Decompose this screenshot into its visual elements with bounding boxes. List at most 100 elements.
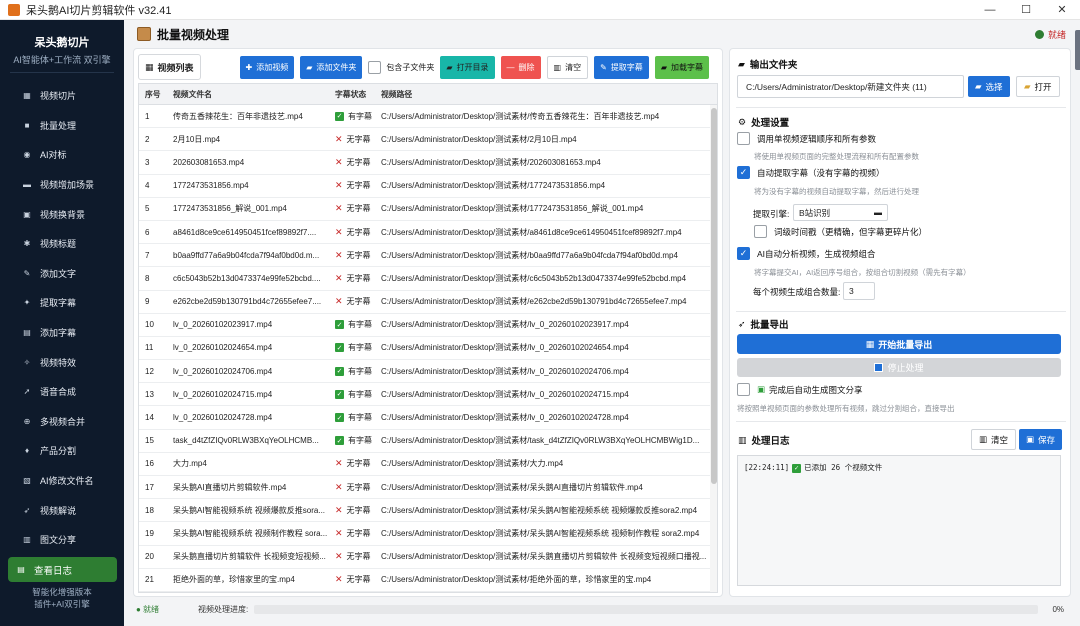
status-indicator: 就绪 xyxy=(1034,28,1066,41)
sidebar-item[interactable]: ▬ 视频增加场景 xyxy=(0,170,124,200)
sidebar-item[interactable]: ▤ 添加字幕 xyxy=(0,318,124,348)
video-path: C:/Users/Administrator/Desktop/测试素材/lv_0… xyxy=(381,366,629,376)
scrollbar-thumb[interactable] xyxy=(711,108,717,484)
sidebar-item[interactable]: ♦ 产品分割 xyxy=(0,436,124,466)
table-row[interactable]: 10 lv_0_20260102023917.mp4 ✓ 有字幕 C:/Users/Ad… xyxy=(139,314,717,337)
cross-icon: ✕ xyxy=(335,527,343,538)
open-folder-button[interactable]: ▰ 打开 xyxy=(1016,76,1060,97)
table-row[interactable]: 19 呆头鹅AI智能视频系统 视频制作教程 sora... ✕ 无字幕 C:/Users… xyxy=(139,522,717,546)
stop-icon xyxy=(874,363,884,372)
include-subfolders-label: 包含子文件夹 xyxy=(386,62,435,72)
table-row[interactable]: 13 lv_0_20260102024715.mp4 ✓ 有字幕 C:/Users/Ad… xyxy=(139,383,717,407)
sidebar-item[interactable]: ▧ AI修改文件名 xyxy=(0,466,124,496)
close-button[interactable]: ✕ xyxy=(1044,0,1080,20)
checkbox-box[interactable] xyxy=(737,383,750,396)
sidebar-item-label: AI对标 xyxy=(40,150,67,161)
status-text: 无字幕 xyxy=(346,181,371,191)
video-filename: 202603081653.mp4 xyxy=(173,157,245,167)
table-row[interactable]: 7 b0aa9ffd77a6a9b04fcda7f94af0bd0d.m... ✕ 无… xyxy=(139,244,717,268)
text-icon: ✎ xyxy=(23,268,31,278)
table-row[interactable]: 21 拒绝外面的草，珍惜家里的宝.mp4 ✕ 无字幕 C:/Users/Administ… xyxy=(139,569,717,592)
table-row[interactable]: 8 c6c5043b52b13d0473374e99fe52bcbd.... ✕ 无字… xyxy=(139,267,717,291)
checkbox-box[interactable] xyxy=(754,225,767,238)
log-section-title: ▥ 处理日志 xyxy=(738,433,790,448)
log-output[interactable]: [22:24:11] ✓ 已添加 26 个视频文件 xyxy=(737,455,1061,586)
table-row[interactable]: 11 lv_0_20260102024654.mp4 ✓ 有字幕 C:/Users/Ad… xyxy=(139,337,717,361)
table-row[interactable]: 1 传奇五香辣花生：百年非遗技艺.mp4 ✓ 有字幕 C:/Users/Administ… xyxy=(139,105,717,129)
table-row[interactable]: 15 task_d4tZfZIQv0RLW3BXqYeOLHCMB... ✓ 有字幕 C… xyxy=(139,430,717,453)
folder-icon: ▰ xyxy=(306,62,313,72)
extract-subtitles-button[interactable]: ✎ 提取字幕 xyxy=(594,55,649,79)
video-path: C:/Users/Administrator/Desktop/测试素材/e262… xyxy=(381,297,687,307)
include-subfolders-checkbox[interactable]: 包含子文件夹 xyxy=(368,60,435,74)
table-row[interactable]: 12 lv_0_20260102024706.mp4 ✓ 有字幕 C:/Users/Ad… xyxy=(139,360,717,384)
video-filename: lv_0_20260102024728.mp4 xyxy=(173,413,273,423)
tab-video-list[interactable]: ▦ 视频列表 xyxy=(138,54,201,80)
table-row[interactable]: 16 大力.mp4 ✕ 无字幕 C:/Users/Administrator/Deskt… xyxy=(139,453,717,476)
log-save-button[interactable]: ▣ 保存 xyxy=(1019,429,1063,450)
table-row[interactable]: 2 2月10日.mp4 ✕ 无字幕 C:/Users/Administrator/Des… xyxy=(139,128,717,152)
column-header[interactable]: 视频路径 xyxy=(381,89,711,100)
load-subtitles-button[interactable]: ▰ 加载字幕 xyxy=(654,55,709,79)
output-path-field[interactable]: C:/Users/Administrator/Desktop/新建文件夹 (11… xyxy=(737,75,964,98)
word-timestamp-option[interactable]: 词级时间戳（更精确，但字幕更碎片化） xyxy=(754,225,927,238)
checkbox-box[interactable] xyxy=(737,132,750,145)
section-title-text: 处理日志 xyxy=(751,436,790,447)
video-filename: 呆头鹅AI直播切片剪辑软件.mp4 xyxy=(173,482,287,492)
auto-share-option[interactable]: ▣ 完成后自动生成图文分享 xyxy=(737,383,863,396)
sidebar-item[interactable]: ⊕ 多视频合并 xyxy=(0,407,124,437)
column-header[interactable]: 字幕状态 xyxy=(335,89,381,100)
share-icon: ▥ xyxy=(23,535,31,545)
sidebar-item[interactable]: ▦ 视频切片 xyxy=(0,81,124,111)
table-row[interactable]: 3 202603081653.mp4 ✕ 无字幕 C:/Users/Administra… xyxy=(139,151,717,175)
stop-processing-button[interactable]: 停止处理 xyxy=(737,358,1061,377)
checkbox-checked[interactable]: ✓ xyxy=(737,166,750,179)
sidebar-item[interactable]: ▣ 视频换背景 xyxy=(0,199,124,229)
column-header[interactable]: 视频文件名 xyxy=(173,89,335,100)
sidebar-item[interactable]: ✧ 视频特效 xyxy=(0,347,124,377)
view-log-button[interactable]: ▤ 查看日志 xyxy=(8,557,117,582)
clear-button[interactable]: ▥ 清空 xyxy=(546,55,589,79)
select-folder-button[interactable]: ▰ 选择 xyxy=(968,76,1010,97)
engine-select[interactable]: B站识别 ▬ xyxy=(793,204,888,221)
combo-count-label: 每个视频生成组合数量: xyxy=(753,287,841,297)
checkbox-checked[interactable]: ✓ xyxy=(737,247,750,260)
table-row[interactable]: 4 1772473531856.mp4 ✕ 无字幕 C:/Users/Administr… xyxy=(139,175,717,198)
checkbox-box[interactable] xyxy=(368,60,382,74)
column-header[interactable]: 序号 xyxy=(139,89,173,100)
side-tab-handle[interactable] xyxy=(1075,30,1080,70)
section-title-text: 处理设置 xyxy=(751,118,790,129)
table-row[interactable]: 14 lv_0_20260102024728.mp4 ✓ 有字幕 C:/Users/Ad… xyxy=(139,406,717,430)
combo-count-input[interactable]: 3 xyxy=(843,282,875,300)
row-index: 20 xyxy=(145,552,154,562)
sidebar-item-label: 添加字幕 xyxy=(40,328,77,339)
effects-icon: ✧ xyxy=(23,357,31,367)
use-single-video-option[interactable]: 调用单视频逻辑顺序和所有参数 xyxy=(737,132,876,145)
table-row[interactable]: 20 呆头鹅直播切片剪辑软件 长视频变短视频... ✕ 无字幕 C:/Users/Adm… xyxy=(139,546,717,569)
maximize-button[interactable]: ☐ xyxy=(1008,0,1044,20)
start-batch-export-button[interactable]: ▦ 开始批量导出 xyxy=(737,334,1061,354)
table-row[interactable]: 18 呆头鹅AI智能视频系统 视频爆款反推sora... ✕ 无字幕 C:/Users/… xyxy=(139,499,717,523)
sidebar-item[interactable]: ✦ 提取字幕 xyxy=(0,288,124,318)
sidebar-item[interactable]: ➶ 视频解说 xyxy=(0,495,124,525)
sidebar-item[interactable]: ➚ 语音合成 xyxy=(0,377,124,407)
delete-button[interactable]: — 删除 xyxy=(500,55,541,79)
add-video-button[interactable]: ✚ 添加视频 xyxy=(239,55,295,79)
add-folder-button[interactable]: ▰ 添加文件夹 xyxy=(300,55,363,79)
table-row[interactable]: 5 1772473531856_解说_001.mp4 ✕ 无字幕 C:/Users/Ad… xyxy=(139,198,717,221)
table-row[interactable]: 6 a8461d8ce9ce614950451fcef89892f7.... ✕ 无字… xyxy=(139,221,717,245)
sidebar-item[interactable]: ◉ AI对标 xyxy=(0,140,124,170)
option-hint: 将为没有字幕的视频自动提取字幕，然后进行处理 xyxy=(754,187,919,196)
sidebar-item[interactable]: ■ 批量处理 xyxy=(0,111,124,141)
sidebar-item[interactable]: ✎ 添加文字 xyxy=(0,259,124,289)
open-dir-button[interactable]: ▰ 打开目录 xyxy=(440,55,495,79)
minimize-button[interactable]: — xyxy=(972,0,1008,20)
log-clear-button[interactable]: ▥ 清空 xyxy=(971,429,1017,450)
ai-analyze-option[interactable]: ✓ AI自动分析视频，生成视频组合 xyxy=(737,247,876,260)
row-index: 17 xyxy=(145,482,154,492)
sidebar-item[interactable]: ▥ 图文分享 xyxy=(0,525,124,555)
table-row[interactable]: 9 e262cbe2d59b130791bd4c72655efee7.... ✕ 无字… xyxy=(139,291,717,314)
sidebar-item[interactable]: ✱ 视频标题 xyxy=(0,229,124,259)
table-row[interactable]: 17 呆头鹅AI直播切片剪辑软件.mp4 ✕ 无字幕 C:/Users/Administ… xyxy=(139,476,717,500)
auto-extract-option[interactable]: ✓ 自动提取字幕（没有字幕的视频） xyxy=(737,166,885,179)
